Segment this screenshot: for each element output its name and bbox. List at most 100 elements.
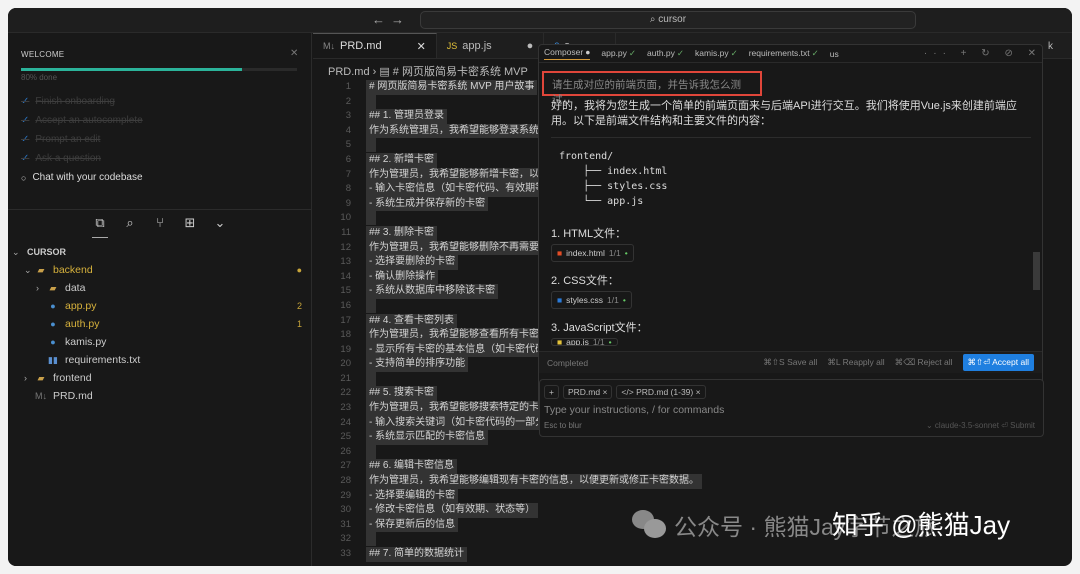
files-icon[interactable]: ⧉: [92, 209, 108, 238]
onboarding-step[interactable]: ✓ Accept an autocomplete: [21, 111, 143, 130]
item-label: requirements.txt: [65, 354, 141, 366]
tab-PRD.md[interactable]: M↓ PRD.md ✕: [313, 33, 437, 58]
line-number: 4: [345, 124, 351, 136]
line-number: 9: [345, 197, 351, 209]
composer-toolbar[interactable]: ··· + ↻ ⊘ ✕: [924, 48, 1042, 59]
welcome-title: WELCOME: [21, 50, 65, 59]
modified-dot-icon[interactable]: ●: [527, 40, 534, 52]
composer-tabs: Composer ● app.py ✓ auth.py ✓ kamis.py ✓ require…: [539, 45, 1042, 63]
file-chip[interactable]: ■ index.html 1/1 •: [551, 244, 634, 262]
file-tree-code: frontend/ ├── index.html ├── styles.css …: [559, 151, 668, 207]
line-text: ## 4. 查看卡密列表: [366, 313, 458, 329]
tab-label: app.js: [462, 39, 492, 52]
onboarding-step[interactable]: ✓ Prompt an edit: [21, 130, 143, 149]
code-line: 26: [313, 444, 1072, 460]
explorer-item-auth-py[interactable]: ● auth.py 1: [8, 315, 312, 333]
extensions-icon[interactable]: ⊞: [182, 209, 198, 238]
explorer-item-frontend[interactable]: › ▰ frontend: [8, 369, 312, 387]
file-explorer: ⌄ CURSOR ⌄ ▰ backend ● › ▰ data ● app.py 2 ● auth.py…: [8, 243, 312, 405]
composer-tab-auth.py[interactable]: auth.py ✓: [647, 48, 684, 59]
line-text: - 选择要删除的卡密: [366, 255, 459, 270]
line-text: [366, 444, 376, 460]
composer-tab-app.py[interactable]: app.py ✓: [601, 48, 636, 59]
source-control-icon[interactable]: ⑂: [152, 209, 168, 238]
code-line: 27 ## 6. 编辑卡密信息: [313, 459, 1072, 475]
composer-tab-Composer[interactable]: Composer ●: [544, 47, 591, 60]
txt-icon: ▮▮: [48, 354, 58, 365]
command-search[interactable]: ⌕ cursor: [420, 11, 916, 29]
python-icon: ●: [50, 319, 56, 329]
onboarding-step[interactable]: ○ Chat with your codebase: [21, 168, 143, 187]
line-number: 1: [345, 81, 351, 92]
scrollbar[interactable]: [1033, 252, 1040, 290]
overflow-tab[interactable]: k: [1048, 41, 1053, 52]
tab-app.js[interactable]: JS app.js ●: [437, 33, 545, 58]
status-mark-icon: ✓: [811, 48, 819, 58]
step-label: Ask a question: [35, 153, 101, 164]
item-label: kamis.py: [65, 336, 107, 348]
explorer-root[interactable]: ⌄ CURSOR: [8, 243, 312, 261]
status-mark-icon: ✓: [730, 48, 738, 58]
esc-hint: Esc to blur: [544, 421, 582, 430]
composer-input[interactable]: + PRD.md × </> PRD.md (1-39) × Type your…: [539, 379, 1044, 437]
onboarding-step[interactable]: ✓ Finish onboarding: [21, 92, 143, 111]
line-number: 16: [340, 299, 351, 311]
line-text: [366, 298, 376, 314]
model-selector[interactable]: ⌄ claude-3.5-sonnet ⏎ Submit: [926, 421, 1035, 430]
item-label: frontend: [53, 372, 92, 384]
line-text: - 显示所有卡密的基本信息（如卡密代码: [366, 342, 549, 358]
explorer-item-app-py[interactable]: ● app.py 2: [8, 297, 312, 315]
explorer-item-requirements-txt[interactable]: ▮▮ requirements.txt: [8, 351, 312, 369]
item-label: auth.py: [65, 318, 100, 330]
line-number: 7: [345, 168, 351, 180]
context-pill[interactable]: PRD.md ×: [562, 385, 613, 399]
close-icon[interactable]: ✕: [290, 48, 298, 59]
explorer-item-backend[interactable]: ⌄ ▰ backend ●: [8, 261, 312, 279]
line-text: 作为管理员，我希望能够查看所有卡密的: [366, 328, 552, 343]
composer-tab-requirements.txt[interactable]: requirements.txt ✓: [749, 48, 819, 59]
composer-tab-kamis.py[interactable]: kamis.py ✓: [695, 48, 738, 59]
accept-all-button[interactable]: ⌘⇧⏎ Accept all: [962, 354, 1034, 371]
wechat-icon: [632, 510, 668, 540]
composer-tab-us[interactable]: us: [830, 49, 841, 59]
tab-label: auth.py: [647, 48, 675, 58]
line-number: 26: [340, 445, 351, 457]
item-label: PRD.md: [53, 390, 93, 402]
code-line: 28 作为管理员，我希望能够编辑现有卡密的信息，以便更新或修正卡密数据。: [313, 474, 1072, 489]
line-number: 15: [340, 285, 351, 297]
line-number: 22: [340, 387, 351, 399]
add-context-button[interactable]: +: [544, 385, 559, 399]
breadcrumb[interactable]: PRD.md › ▤ # 网页版简易卡密系统 MVP: [328, 63, 528, 79]
section-heading: 3. JavaScript文件：: [551, 322, 648, 334]
file-chip[interactable]: ■ app.js 1/1 •: [551, 338, 618, 346]
chevron-down-icon[interactable]: ⌄: [212, 209, 228, 238]
change-count: 1/1: [592, 338, 605, 346]
reapply-all-button[interactable]: ⌘L Reapply all: [827, 357, 884, 368]
composer-panel: Composer ● app.py ✓ auth.py ✓ kamis.py ✓ require…: [538, 44, 1044, 437]
reject-all-button[interactable]: ⌘⌫ Reject all: [895, 357, 953, 368]
line-number: 14: [340, 270, 351, 282]
status-mark-icon: ✓: [676, 48, 685, 58]
explorer-item-data[interactable]: › ▰ data: [8, 279, 312, 297]
search-icon[interactable]: ⌕: [122, 209, 138, 238]
line-text: 作为管理员，我希望能够编辑现有卡密的信息，以便更新或修正卡密数据。: [366, 474, 702, 489]
file-chip[interactable]: ■ styles.css 1/1 •: [551, 291, 632, 309]
status-dot-icon: •: [624, 248, 628, 258]
line-number: 12: [340, 241, 351, 253]
line-number: 24: [340, 416, 351, 428]
context-pill[interactable]: </> PRD.md (1-39) ×: [616, 385, 706, 399]
line-number: 3: [345, 110, 351, 122]
explorer-item-PRD-md[interactable]: M↓ PRD.md: [8, 387, 312, 405]
line-text: # 网页版简易卡密系统 MVP 用户故事: [366, 80, 538, 95]
line-text: [366, 138, 376, 153]
explorer-item-kamis-py[interactable]: ● kamis.py: [8, 333, 312, 351]
save-all-button[interactable]: ⌘⇧S Save all: [763, 357, 817, 368]
step-label: Accept an autocomplete: [35, 115, 143, 126]
file-icon: ■: [557, 248, 563, 258]
nav-arrows[interactable]: ←→: [372, 12, 410, 27]
onboarding-steps: ✓ Finish onboarding ✓ Accept an autocomplet…: [21, 92, 143, 187]
close-icon[interactable]: ✕: [417, 40, 426, 53]
line-number: 11: [341, 226, 351, 238]
instructions-placeholder[interactable]: Type your instructions, / for commands: [544, 404, 724, 416]
onboarding-step[interactable]: ✓ Ask a question: [21, 149, 143, 168]
